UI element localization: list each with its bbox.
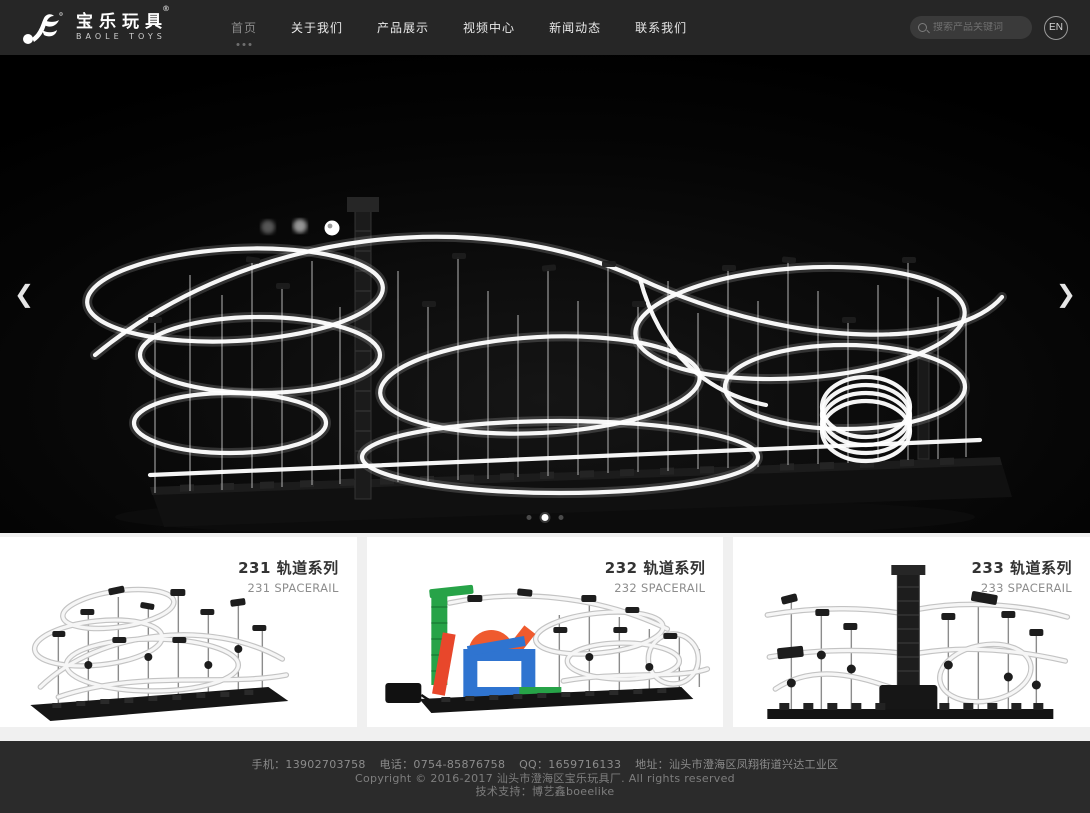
product-card-233[interactable]: 233 轨道系列 233 SPACERAIL [733,537,1090,727]
footer-tech-support: 技术支持：博艺鑫boeelike [0,785,1090,799]
footer-phone: 电话：0754-85876758 [380,758,506,772]
logo-text: 宝乐玩具® BAOLE TOYS [76,13,182,43]
active-dots [243,43,246,46]
product-subtitle: 231 SPACERAIL [238,581,339,595]
footer: 手机：13902703758 电话：0754-85876758 QQ：16597… [0,741,1090,813]
footer-contact-line: 手机：13902703758 电话：0754-85876758 QQ：16597… [0,758,1090,772]
tower-center [880,565,938,713]
logo-name-en: BAOLE TOYS [76,31,182,42]
slider-dot-3[interactable] [559,515,564,520]
product-title: 233 轨道系列 [971,557,1072,578]
product-title-block: 232 轨道系列 232 SPACERAIL [605,557,706,595]
chevron-right-icon: ❯ [1056,280,1076,308]
registered-mark: ® [162,4,176,13]
chevron-left-icon: ❮ [14,280,34,308]
logo-name-cn: 宝乐玩具 [76,12,168,32]
slider-dot-1[interactable] [527,515,532,520]
search-icon [918,23,927,32]
product-subtitle: 232 SPACERAIL [605,581,706,595]
logo-figure-icon [20,8,66,48]
product-title: 231 轨道系列 [238,557,339,578]
footer-copyright: Copyright © 2016-2017 汕头市澄海区宝乐玩具厂. All r… [0,772,1090,786]
product-card-231[interactable]: 231 轨道系列 231 SPACERAIL [0,537,357,727]
hero-slider: ❮ ❯ [0,55,1090,533]
search-box[interactable] [910,16,1032,39]
product-card-232[interactable]: 232 轨道系列 232 SPACERAIL [367,537,724,727]
nav-item-home[interactable]: 首页 [214,19,274,36]
header-right: EN [910,16,1068,40]
footer-mobile: 手机：13902703758 [252,758,366,772]
top-navbar: 宝乐玩具® BAOLE TOYS 首页 关于我们 产品展示 视频中心 新闻动态 … [0,0,1090,55]
nav-item-contact[interactable]: 联系我们 [618,19,704,36]
footer-qq: QQ：1659716133 [519,758,621,772]
next-slide-button[interactable]: ❯ [1056,282,1076,306]
footer-address: 地址：汕头市澄海区凤翔街道兴达工业区 [635,758,838,772]
slider-dot-2-active[interactable] [542,514,549,521]
nav-item-products[interactable]: 产品展示 [360,19,446,36]
search-input[interactable] [933,22,1024,33]
language-switch-button[interactable]: EN [1044,16,1068,40]
nav-item-about[interactable]: 关于我们 [274,19,360,36]
hero-slide-image [0,55,1090,533]
product-subtitle: 233 SPACERAIL [971,581,1072,595]
product-title-block: 233 轨道系列 233 SPACERAIL [971,557,1072,595]
featured-products: 231 轨道系列 231 SPACERAIL [0,533,1090,741]
product-title: 232 轨道系列 [605,557,706,578]
main-nav: 首页 关于我们 产品展示 视频中心 新闻动态 联系我们 [214,19,704,36]
nav-item-news[interactable]: 新闻动态 [532,19,618,36]
logo[interactable]: 宝乐玩具® BAOLE TOYS [20,8,182,48]
nav-item-videos[interactable]: 视频中心 [446,19,532,36]
product-title-block: 231 轨道系列 231 SPACERAIL [238,557,339,595]
prev-slide-button[interactable]: ❮ [14,282,34,306]
slider-dots [527,514,564,521]
